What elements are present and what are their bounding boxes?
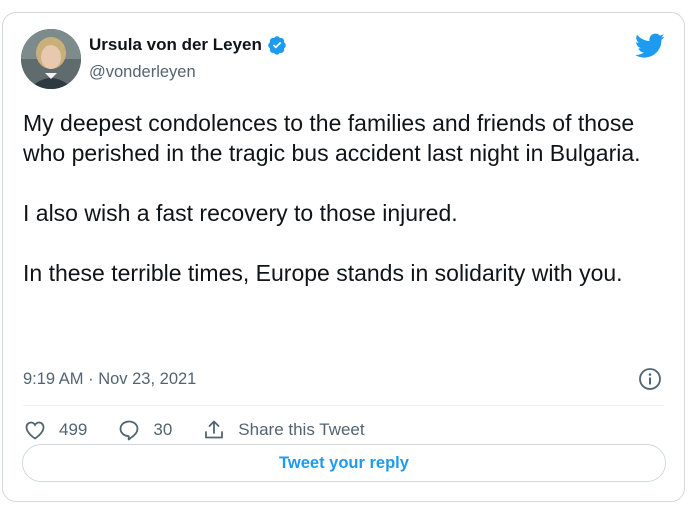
share-button[interactable]: Share this Tweet [202, 418, 365, 442]
reply-bubble-icon [119, 420, 139, 441]
like-button[interactable]: 499 [23, 418, 87, 442]
tweet-card: Ursula von der Leyen @vonderleyen My dee… [2, 12, 685, 502]
tweet-paragraph: I also wish a fast recovery to those inj… [23, 200, 458, 226]
author-name-row: Ursula von der Leyen [89, 35, 287, 55]
tweet-paragraph: In these terrible times, Europe stands i… [23, 260, 623, 286]
twitter-bird-icon[interactable] [635, 33, 665, 59]
author-handle[interactable]: @vonderleyen [89, 63, 196, 82]
avatar[interactable] [21, 29, 81, 89]
tweet-text: My deepest condolences to the families a… [23, 108, 663, 288]
reply-count: 30 [153, 420, 173, 439]
share-icon [205, 420, 224, 439]
share-label: Share this Tweet [238, 420, 365, 439]
profile-photo-icon [21, 29, 81, 89]
tweet-timestamp[interactable]: 9:19 AM · Nov 23, 2021 [23, 370, 196, 389]
tweet-paragraph: My deepest condolences to the families a… [23, 110, 641, 166]
author-name[interactable]: Ursula von der Leyen [89, 35, 262, 55]
like-count: 499 [59, 420, 88, 439]
tweet-your-reply-button[interactable]: Tweet your reply [22, 444, 666, 482]
verified-badge-icon [268, 36, 286, 55]
heart-icon [25, 421, 45, 440]
reply-button[interactable]: 30 [117, 418, 172, 442]
info-icon[interactable] [638, 367, 662, 391]
divider [23, 405, 664, 406]
